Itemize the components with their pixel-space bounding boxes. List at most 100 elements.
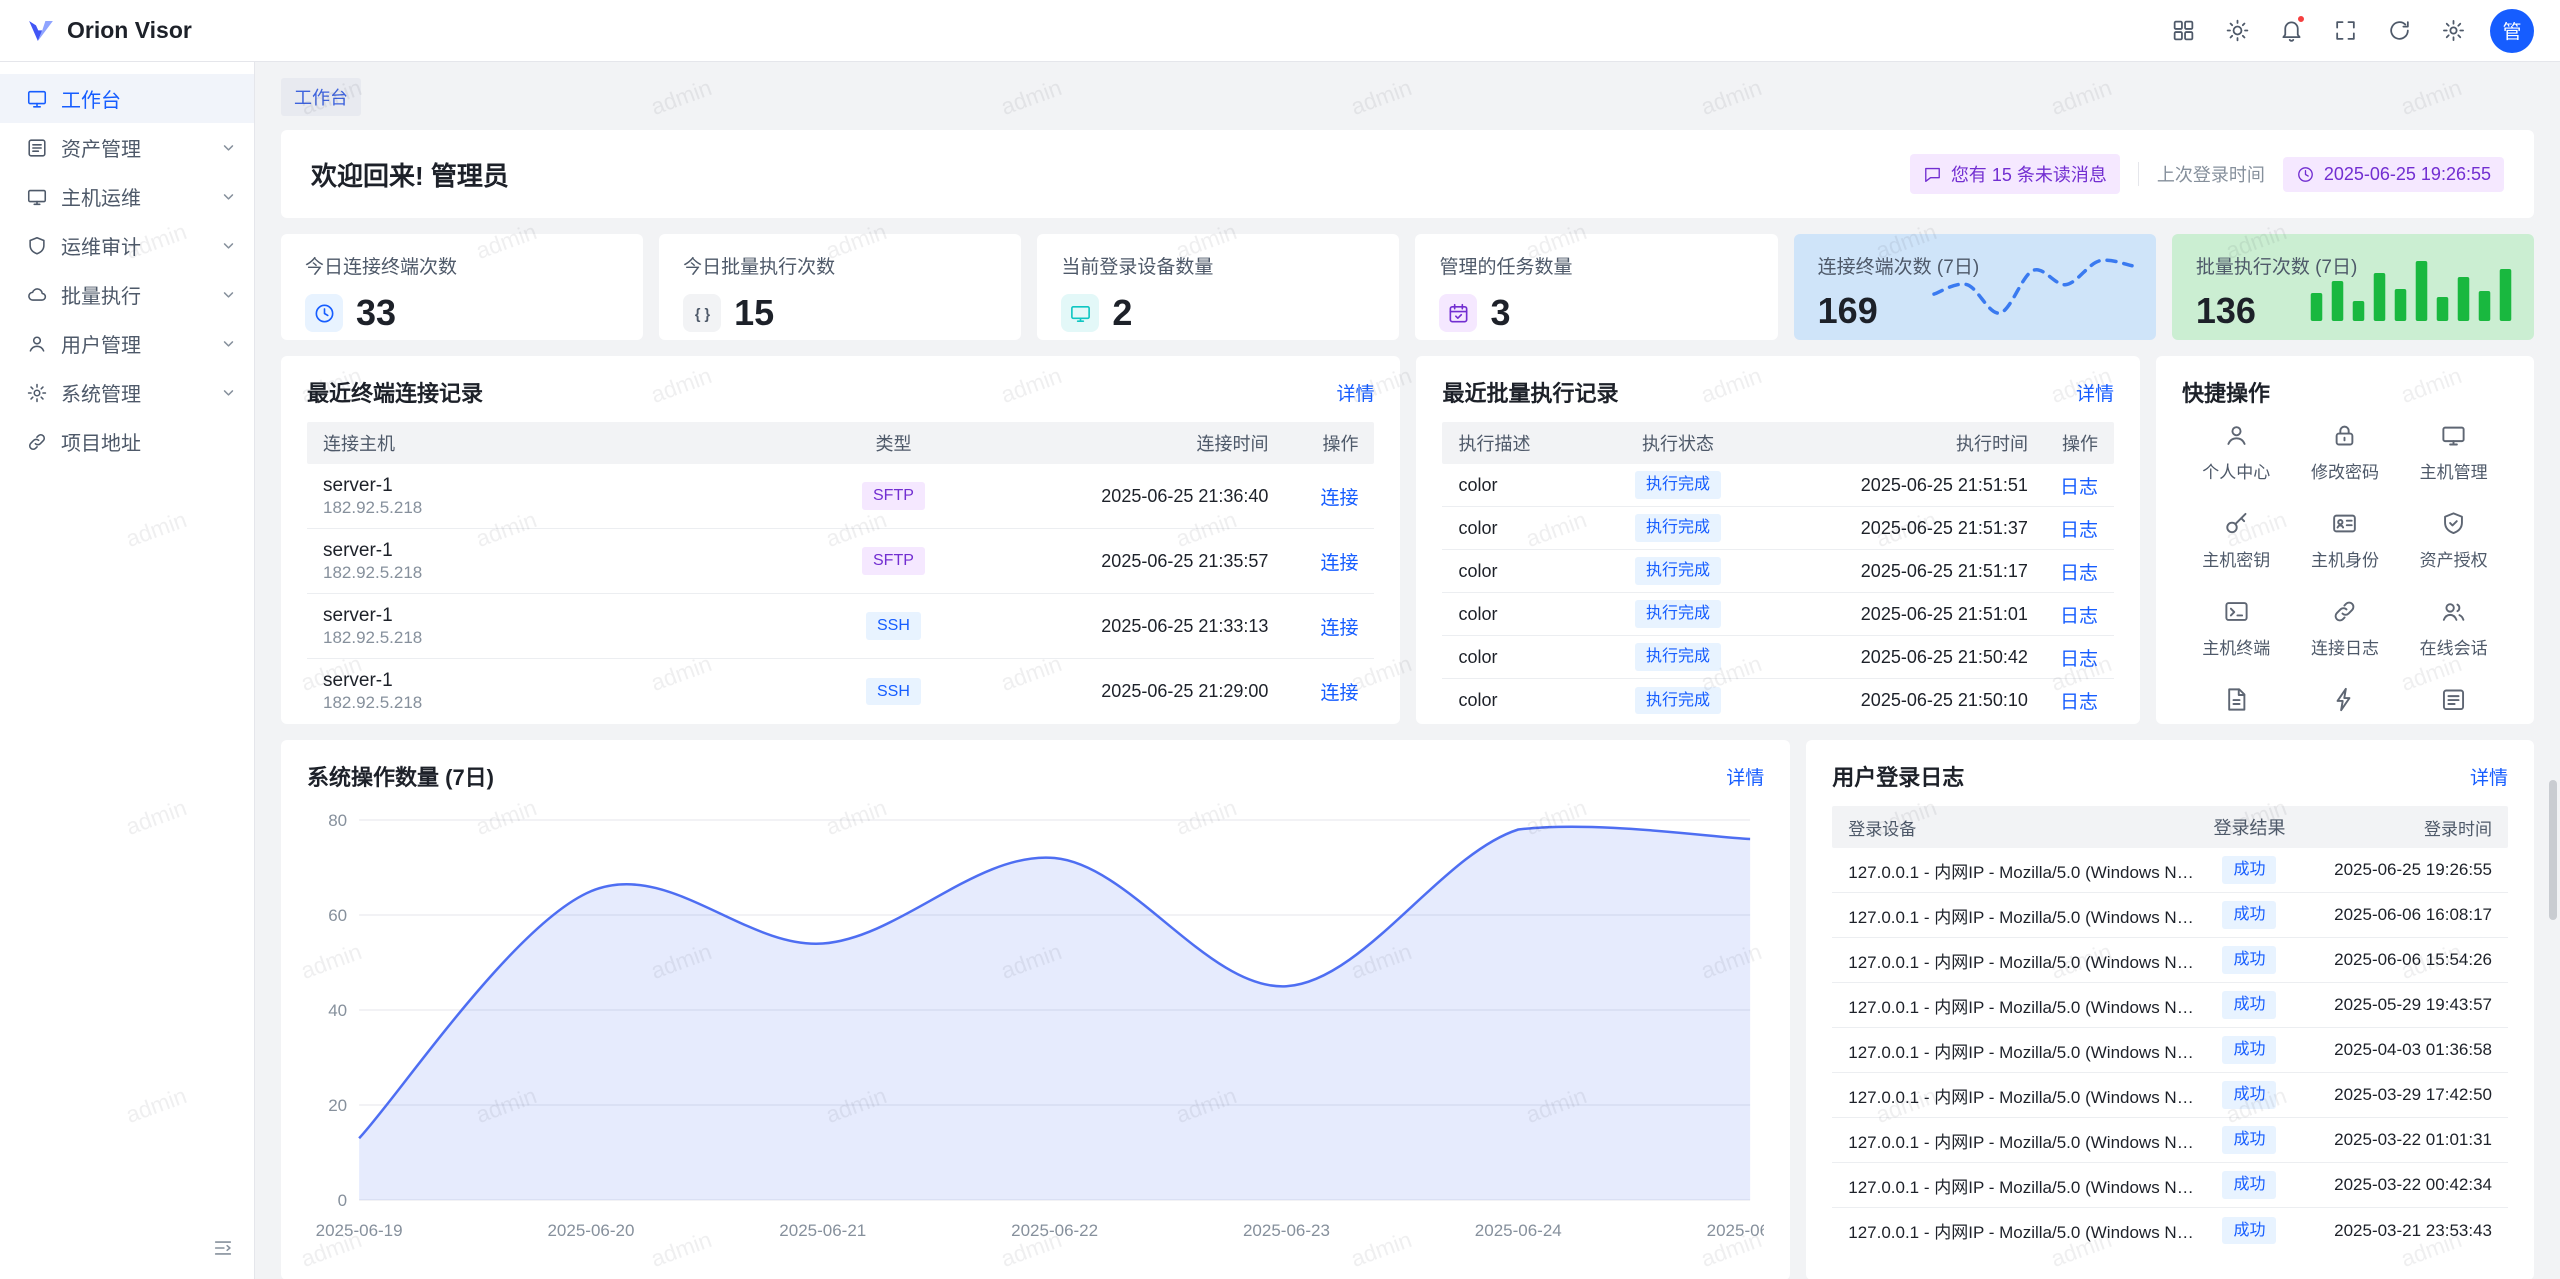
last-login-time-badge: 2025-06-25 19:26:55 <box>2283 157 2504 192</box>
connect-time: 2025-06-25 21:29:00 <box>968 681 1268 702</box>
divider <box>2138 162 2139 186</box>
table-row: color 执行完成 2025-06-25 21:50:10 日志 <box>1442 679 2114 722</box>
stat-card-terminal-7d: 连接终端次数 (7日) 169 <box>1794 234 2156 340</box>
logo-icon <box>26 16 56 46</box>
table-row: color 执行完成 2025-06-25 21:50:42 日志 <box>1442 636 2114 679</box>
user-avatar[interactable]: 管 <box>2490 9 2534 53</box>
file-icon <box>2223 686 2250 713</box>
link-icon <box>26 431 48 453</box>
page-scrollbar[interactable] <box>2549 780 2557 920</box>
login-device: 127.0.0.1 - 内网IP - Mozilla/5.0 (Windows … <box>1848 903 2202 928</box>
quick-action-command-exec[interactable]: 命令执行 <box>2291 686 2400 724</box>
exec-time: 2025-06-25 21:51:01 <box>1758 604 2028 625</box>
quick-action-online-sessions[interactable]: 在线会话 <box>2399 598 2508 659</box>
unread-messages-badge[interactable]: 您有 15 条未读消息 <box>1910 154 2120 194</box>
ops-chart-detail-link[interactable]: 详情 <box>1726 763 1764 790</box>
log-action-link[interactable]: 日志 <box>2060 692 2098 713</box>
login-result-badge: 成功 <box>2222 1171 2276 1199</box>
quick-action-connection-log[interactable]: 连接日志 <box>2291 598 2400 659</box>
status-badge: 执行完成 <box>1635 687 1721 715</box>
sidebar-item-asset-management[interactable]: 资产管理 <box>0 123 254 172</box>
user-icon <box>2223 422 2250 449</box>
log-action-link[interactable]: 日志 <box>2060 649 2098 670</box>
chevron-down-icon <box>219 187 238 206</box>
sidebar-item-system-management[interactable]: 系统管理 <box>0 368 254 417</box>
stat-value: 169 <box>1818 290 1878 332</box>
app-logo[interactable]: Orion Visor <box>26 16 192 46</box>
sidebar-item-workbench[interactable]: 工作台 <box>0 74 254 123</box>
login-result-badge: 成功 <box>2222 946 2276 974</box>
sidebar-collapse-button[interactable] <box>206 1231 240 1265</box>
refresh-button[interactable] <box>2378 10 2420 52</box>
monitor-icon <box>1061 294 1099 332</box>
chevron-down-icon <box>219 236 238 255</box>
stat-card-batch-today: 今日批量执行次数 15 <box>659 234 1021 340</box>
notifications-button[interactable] <box>2270 10 2312 52</box>
batch-records-panel: 最近批量执行记录 详情 执行描述 执行状态 执行时间 操作 color 执行完成… <box>1416 356 2140 724</box>
quick-action-asset-authorization[interactable]: 资产授权 <box>2399 510 2508 571</box>
users-icon <box>2440 598 2467 625</box>
connect-action-link[interactable]: 连接 <box>1320 488 1358 509</box>
login-result-badge: 成功 <box>2222 856 2276 884</box>
log-action-link[interactable]: 日志 <box>2060 520 2098 541</box>
fullscreen-icon <box>2333 18 2358 43</box>
log-action-link[interactable]: 日志 <box>2060 606 2098 627</box>
login-logs-detail-link[interactable]: 详情 <box>2470 763 2508 790</box>
login-device: 127.0.0.1 - 内网IP - Mozilla/5.0 (Windows … <box>1848 1083 2202 1108</box>
table-row: color 执行完成 2025-06-25 21:51:51 日志 <box>1442 464 2114 507</box>
apps-grid-icon <box>2171 18 2196 43</box>
sidebar-item-batch-exec[interactable]: 批量执行 <box>0 270 254 319</box>
svg-text:2025-06-20: 2025-06-20 <box>547 1221 634 1240</box>
breadcrumb-item-workbench[interactable]: 工作台 <box>281 78 361 116</box>
log-action-link[interactable]: 日志 <box>2060 477 2098 498</box>
host-name: server-1 <box>323 540 393 561</box>
link-icon <box>2331 598 2358 625</box>
login-result-badge: 成功 <box>2222 1081 2276 1109</box>
host-ip: 182.92.5.218 <box>323 563 422 582</box>
fullscreen-button[interactable] <box>2324 10 2366 52</box>
exec-time: 2025-06-25 21:50:42 <box>1758 647 2028 668</box>
quick-action-host-terminal[interactable]: 主机终端 <box>2182 598 2291 659</box>
quick-action-host-key[interactable]: 主机密钥 <box>2182 510 2291 571</box>
quick-action-host-identity[interactable]: 主机身份 <box>2291 510 2400 571</box>
status-badge: 执行完成 <box>1635 471 1721 499</box>
sidebar-item-user-management[interactable]: 用户管理 <box>0 319 254 368</box>
clock-icon <box>305 294 343 332</box>
svg-text:2025-06-25: 2025-06-25 <box>1707 1221 1765 1240</box>
theme-toggle-button[interactable] <box>2216 10 2258 52</box>
quick-action-host-management[interactable]: 主机管理 <box>2399 422 2508 483</box>
terminal-records-panel: 最近终端连接记录 详情 连接主机 类型 连接时间 操作 server-1182.… <box>281 356 1400 724</box>
settings-button[interactable] <box>2432 10 2474 52</box>
chevron-down-icon <box>219 334 238 353</box>
login-device: 127.0.0.1 - 内网IP - Mozilla/5.0 (Windows … <box>1848 948 2202 973</box>
connect-action-link[interactable]: 连接 <box>1320 553 1358 574</box>
batch-trend-sparkline <box>2306 253 2516 321</box>
asset-list-icon <box>26 137 48 159</box>
calendar-check-icon <box>1439 294 1477 332</box>
sidebar-item-host-ops[interactable]: 主机运维 <box>0 172 254 221</box>
sidebar-item-ops-audit[interactable]: 运维审计 <box>0 221 254 270</box>
batch-records-detail-link[interactable]: 详情 <box>2076 379 2114 406</box>
host-ip: 182.92.5.218 <box>323 628 422 647</box>
table-header: 登录设备 登录结果 登录时间 <box>1832 806 2508 848</box>
host-display-icon <box>26 186 48 208</box>
apps-menu-button[interactable] <box>2162 10 2204 52</box>
connect-action-link[interactable]: 连接 <box>1320 618 1358 639</box>
table-row: 127.0.0.1 - 内网IP - Mozilla/5.0 (Windows … <box>1832 1208 2508 1253</box>
svg-text:60: 60 <box>328 906 347 925</box>
log-action-link[interactable]: 日志 <box>2060 563 2098 584</box>
terminal-records-detail-link[interactable]: 详情 <box>1336 379 1374 406</box>
connect-action-link[interactable]: 连接 <box>1320 683 1358 704</box>
table-row: server-1182.92.5.218 SFTP 2025-06-25 21:… <box>307 464 1374 529</box>
quick-action-file-operation-log[interactable]: 文件操作日志 <box>2182 686 2291 724</box>
table-row: 127.0.0.1 - 内网IP - Mozilla/5.0 (Windows … <box>1832 1163 2508 1208</box>
quick-action-exec-log[interactable]: 执行日志 <box>2399 686 2508 724</box>
exec-desc: color <box>1458 518 1598 539</box>
svg-text:0: 0 <box>338 1191 347 1210</box>
table-row: server-1182.92.5.218 SFTP 2025-06-25 21:… <box>307 529 1374 594</box>
panel-title: 最近终端连接记录 <box>307 376 483 408</box>
sidebar-item-project-url[interactable]: 项目地址 <box>0 417 254 466</box>
quick-action-personal-center[interactable]: 个人中心 <box>2182 422 2291 483</box>
status-badge: 执行完成 <box>1635 600 1721 628</box>
quick-action-change-password[interactable]: 修改密码 <box>2291 422 2400 483</box>
